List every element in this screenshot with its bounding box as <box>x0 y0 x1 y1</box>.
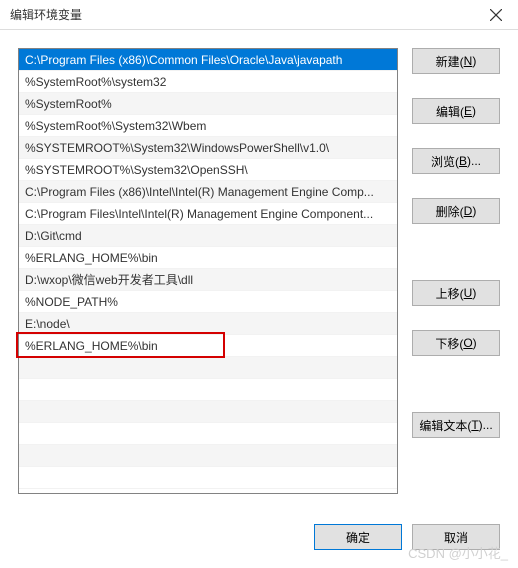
list-item[interactable] <box>19 401 397 423</box>
moveup-tail: ) <box>472 286 476 300</box>
list-item[interactable]: %SystemRoot%\System32\Wbem <box>19 115 397 137</box>
new-button[interactable]: 新建(N) <box>412 48 500 74</box>
edit-label: 编辑( <box>436 103 464 120</box>
close-icon <box>490 9 502 21</box>
moveup-label: 上移( <box>436 285 464 302</box>
browse-label: 浏览( <box>431 153 459 170</box>
edittext-button[interactable]: 编辑文本(T)... <box>412 412 500 438</box>
browse-accel: B <box>459 154 467 168</box>
browse-button[interactable]: 浏览(B)... <box>412 148 500 174</box>
button-sidebar: 新建(N) 编辑(E) 浏览(B)... 删除(D) 上移(U) 下移(O) 编… <box>412 48 500 494</box>
list-item[interactable]: C:\Program Files (x86)\Intel\Intel(R) Ma… <box>19 181 397 203</box>
edit-button[interactable]: 编辑(E) <box>412 98 500 124</box>
movedown-tail: ) <box>473 336 477 350</box>
edit-tail: ) <box>472 104 476 118</box>
delete-label: 删除( <box>436 203 464 220</box>
new-tail: ) <box>472 54 476 68</box>
new-accel: N <box>464 54 473 68</box>
list-item[interactable]: %SYSTEMROOT%\System32\WindowsPowerShell\… <box>19 137 397 159</box>
edit-accel: E <box>464 104 472 118</box>
list-item[interactable]: %NODE_PATH% <box>19 291 397 313</box>
list-item[interactable]: %SystemRoot% <box>19 93 397 115</box>
list-item[interactable]: %SystemRoot%\system32 <box>19 71 397 93</box>
list-item[interactable] <box>19 357 397 379</box>
list-item[interactable]: D:\Git\cmd <box>19 225 397 247</box>
list-item[interactable]: C:\Program Files\Intel\Intel(R) Manageme… <box>19 203 397 225</box>
content-area: C:\Program Files (x86)\Common Files\Orac… <box>0 30 518 512</box>
list-item[interactable] <box>19 445 397 467</box>
delete-tail: ) <box>472 204 476 218</box>
list-item[interactable]: %ERLANG_HOME%\bin <box>19 247 397 269</box>
list-item[interactable]: C:\Program Files (x86)\Common Files\Orac… <box>19 49 397 71</box>
list-item[interactable] <box>19 423 397 445</box>
moveup-button[interactable]: 上移(U) <box>412 280 500 306</box>
movedown-button[interactable]: 下移(O) <box>412 330 500 356</box>
footer: 确定 取消 <box>0 512 518 568</box>
delete-accel: D <box>464 204 473 218</box>
moveup-accel: U <box>464 286 473 300</box>
list-item[interactable] <box>19 467 397 489</box>
titlebar: 编辑环境变量 <box>0 0 518 30</box>
list-item[interactable] <box>19 379 397 401</box>
ok-button[interactable]: 确定 <box>314 524 402 550</box>
movedown-label: 下移( <box>435 335 463 352</box>
edittext-tail: )... <box>479 418 493 432</box>
path-listbox[interactable]: C:\Program Files (x86)\Common Files\Orac… <box>18 48 398 494</box>
new-label: 新建( <box>436 53 464 70</box>
list-item[interactable]: D:\wxop\微信web开发者工具\dll <box>19 269 397 291</box>
list-item[interactable]: E:\node\ <box>19 313 397 335</box>
delete-button[interactable]: 删除(D) <box>412 198 500 224</box>
window-title: 编辑环境变量 <box>10 6 82 23</box>
list-item[interactable]: %ERLANG_HOME%\bin <box>19 335 397 357</box>
close-button[interactable] <box>482 1 510 29</box>
edittext-label: 编辑文本( <box>419 417 471 434</box>
movedown-accel: O <box>463 336 472 350</box>
edittext-accel: T <box>471 418 478 432</box>
list-item[interactable]: %SYSTEMROOT%\System32\OpenSSH\ <box>19 159 397 181</box>
cancel-button[interactable]: 取消 <box>412 524 500 550</box>
browse-tail: )... <box>467 154 481 168</box>
